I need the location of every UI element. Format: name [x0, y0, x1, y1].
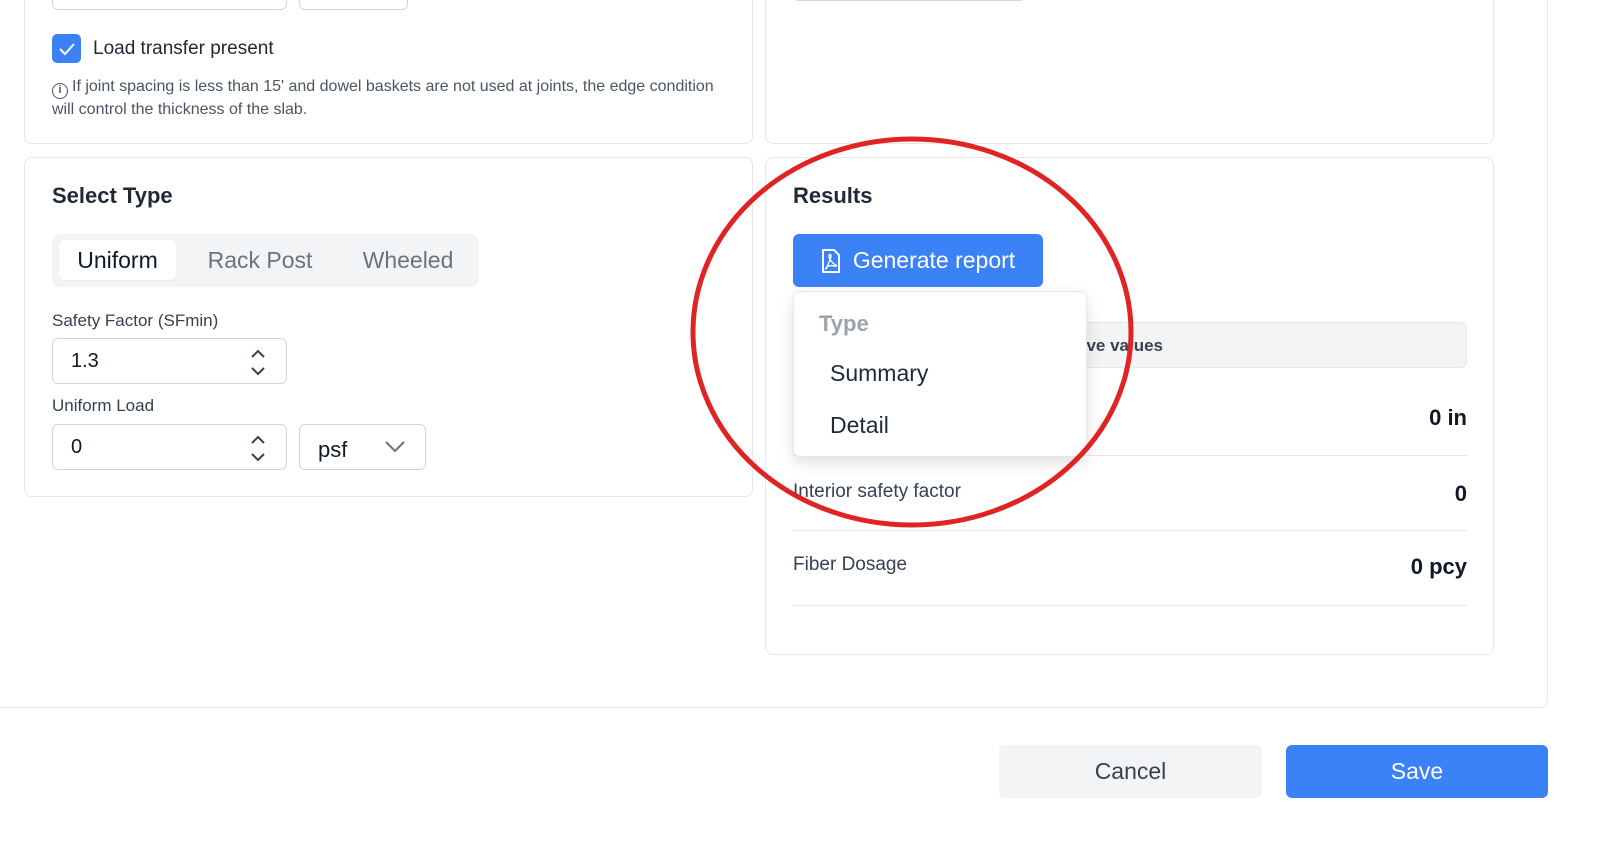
report-type-dropdown: Type Summary Detail — [793, 291, 1087, 457]
tab-rack-post[interactable]: Rack Post — [188, 240, 332, 280]
load-transfer-card — [24, 0, 753, 144]
result-row: Interior safety factor 0 — [793, 456, 1467, 531]
scrolled-unit-stub[interactable] — [299, 0, 408, 10]
scrolled-field-stub[interactable] — [793, 0, 1026, 1]
dropdown-option-detail[interactable]: Detail — [830, 412, 889, 439]
result-value: 0 pcy — [1410, 554, 1467, 579]
uniform-load-unit-select[interactable]: psf — [299, 424, 426, 470]
safety-factor-input[interactable]: 1.3 — [52, 338, 287, 384]
load-transfer-note: i If joint spacing is less than 15' and d… — [52, 76, 732, 120]
uniform-load-label: Uniform Load — [52, 396, 155, 415]
generate-report-button[interactable]: Generate report — [793, 234, 1043, 287]
tab-wheeled[interactable]: Wheeled — [344, 240, 472, 280]
stepper-icon[interactable] — [248, 344, 268, 380]
scrolled-select-stub[interactable] — [52, 0, 287, 10]
result-value: 0 in — [1429, 405, 1467, 430]
pdf-file-icon — [821, 248, 840, 273]
stepper-icon[interactable] — [248, 430, 268, 466]
note-text: If joint spacing is less than 15' and do… — [52, 78, 714, 118]
result-row: Fiber Dosage 0 pcy — [793, 531, 1467, 606]
dropdown-header: Type — [819, 311, 869, 336]
uniform-load-input[interactable]: 0 — [52, 424, 287, 470]
select-type-title: Select Type — [52, 183, 173, 208]
save-button[interactable]: Save — [1286, 745, 1548, 798]
uniform-load-value: 0 — [71, 436, 83, 458]
info-icon: i — [52, 83, 68, 99]
chevron-down-icon — [385, 441, 405, 453]
top-right-card — [765, 0, 1494, 144]
result-label: Fiber Dosage — [793, 554, 908, 575]
load-transfer-checkbox[interactable] — [52, 34, 81, 63]
dropdown-option-summary[interactable]: Summary — [830, 360, 928, 387]
results-title: Results — [793, 183, 873, 208]
unit-value: psf — [318, 437, 348, 462]
result-value: 0 — [1454, 481, 1467, 506]
safety-factor-label: Safety Factor (SFmin) — [52, 311, 219, 330]
generate-report-label: Generate report — [852, 247, 1016, 273]
tab-uniform[interactable]: Uniform — [59, 240, 176, 280]
result-label: Interior safety factor — [793, 481, 961, 502]
cancel-button[interactable]: Cancel — [999, 745, 1262, 798]
values-banner-text: ave values — [1077, 336, 1164, 355]
check-icon — [58, 42, 75, 55]
type-segmented-control: Uniform Rack Post Wheeled — [52, 234, 479, 287]
load-transfer-label: Load transfer present — [93, 38, 274, 59]
safety-factor-value: 1.3 — [71, 350, 99, 372]
